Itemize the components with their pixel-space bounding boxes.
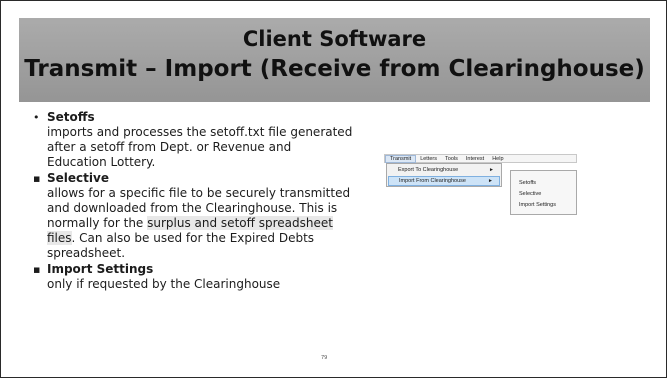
bullet-selective: ▪ Selective allows for a specific file t… (33, 171, 353, 261)
bullet-setoffs: • Setoffs imports and processes the seto… (33, 110, 353, 170)
bullet-marker: • (33, 111, 40, 124)
menu-screenshot: Transmit Letters Tools Interest Help Export … (384, 154, 577, 215)
slide-title: Client Software (242, 27, 427, 51)
bullet-text: allows for a specific file to be securel… (47, 186, 353, 261)
slide-subtitle: Transmit – Import (Receive from Clearing… (24, 56, 645, 82)
menu-interest[interactable]: Interest (462, 155, 488, 163)
submenu-item-import-settings[interactable]: Import Settings (519, 201, 575, 210)
submenu-item-setoffs[interactable]: Setoffs (519, 179, 575, 188)
menu-item-label: Export To Clearinghouse (398, 167, 459, 173)
menu-item-label: Import From Clearinghouse (399, 178, 466, 184)
bullet-list: • Setoffs imports and processes the seto… (33, 110, 353, 292)
bullet-text: only if requested by the Clearinghouse (47, 277, 281, 291)
menubar: Transmit Letters Tools Interest Help (384, 154, 577, 163)
menu-item-export-to-clearinghouse[interactable]: Export To Clearinghouse ► (388, 165, 500, 175)
menu-tools[interactable]: Tools (441, 155, 462, 163)
bullet-heading: Setoffs (47, 110, 95, 124)
page-number: 79 (321, 355, 328, 361)
menu-item-import-from-clearinghouse[interactable]: Import From Clearinghouse ► (388, 176, 500, 186)
import-submenu: Setoffs Selective Import Settings (510, 170, 577, 215)
menu-help[interactable]: Help (488, 155, 507, 163)
transmit-dropdown: Export To Clearinghouse ► Import From Cl… (386, 163, 502, 187)
bullet-text-part: . Can also be used for the Expired Debts… (47, 231, 315, 260)
bullet-marker: ▪ (33, 263, 41, 276)
bullet-marker: ▪ (33, 172, 41, 185)
submenu-arrow-icon: ► (489, 167, 494, 173)
title-band: Client Software Transmit – Import (Recei… (19, 18, 650, 102)
bullet-text: imports and processes the setoff.txt fil… (47, 125, 353, 169)
bullet-heading: Selective (47, 171, 109, 185)
slide: Client Software Transmit – Import (Recei… (0, 0, 667, 378)
bullet-import-settings: ▪ Import Settings only if requested by t… (33, 262, 353, 292)
submenu-arrow-icon: ► (488, 178, 493, 184)
menu-transmit[interactable]: Transmit (385, 155, 417, 163)
submenu-item-selective[interactable]: Selective (519, 190, 575, 199)
menu-letters[interactable]: Letters (416, 155, 441, 163)
bullet-heading: Import Settings (47, 262, 154, 276)
